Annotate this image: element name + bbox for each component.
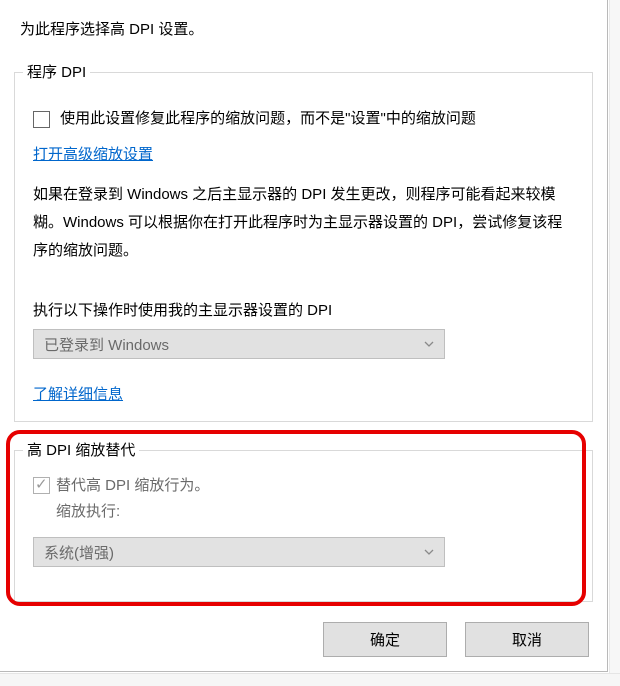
- high-dpi-override-group: 高 DPI 缩放替代 替代高 DPI 缩放行为。 缩放执行: 系统(增强): [14, 450, 593, 602]
- cancel-button[interactable]: 取消: [465, 622, 589, 657]
- dialog-intro-text: 为此程序选择高 DPI 设置。: [20, 18, 203, 39]
- override-scaling-checkbox: [33, 477, 50, 494]
- chevron-down-icon: [424, 547, 434, 557]
- program-dpi-explanation: 如果在登录到 Windows 之后主显示器的 DPI 发生更改，则程序可能看起来…: [33, 181, 574, 264]
- high-dpi-override-group-title: 高 DPI 缩放替代: [23, 439, 139, 460]
- window-bottom-strip: [0, 673, 620, 686]
- learn-more-link[interactable]: 了解详细信息: [33, 386, 123, 403]
- program-dpi-group-title: 程序 DPI: [23, 61, 90, 82]
- program-dpi-group: 程序 DPI 使用此设置修复此程序的缩放问题，而不是"设置"中的缩放问题 打开高…: [14, 72, 593, 422]
- scaling-performed-by-value: 系统(增强): [44, 542, 114, 563]
- override-scaling-label: 替代高 DPI 缩放行为。 缩放执行:: [56, 473, 209, 524]
- when-label: 执行以下操作时使用我的主显示器设置的 DPI: [33, 299, 574, 320]
- chevron-down-icon: [424, 339, 434, 349]
- override-scaling-label-line1: 替代高 DPI 缩放行为。: [56, 477, 209, 494]
- override-scaling-label-line2: 缩放执行:: [56, 503, 120, 520]
- scaling-performed-by-dropdown: 系统(增强): [33, 537, 445, 567]
- use-this-setting-checkbox[interactable]: [33, 111, 50, 128]
- use-this-setting-label: 使用此设置修复此程序的缩放问题，而不是"设置"中的缩放问题: [60, 110, 476, 127]
- when-dropdown: 已登录到 Windows: [33, 329, 445, 359]
- ok-button[interactable]: 确定: [323, 622, 447, 657]
- dialog-button-bar: 确定 取消: [323, 622, 589, 657]
- high-dpi-settings-dialog: 为此程序选择高 DPI 设置。 程序 DPI 使用此设置修复此程序的缩放问题，而…: [0, 0, 608, 672]
- window-right-edge: [609, 0, 620, 686]
- open-advanced-scaling-link[interactable]: 打开高级缩放设置: [33, 146, 153, 163]
- when-dropdown-value: 已登录到 Windows: [44, 334, 169, 355]
